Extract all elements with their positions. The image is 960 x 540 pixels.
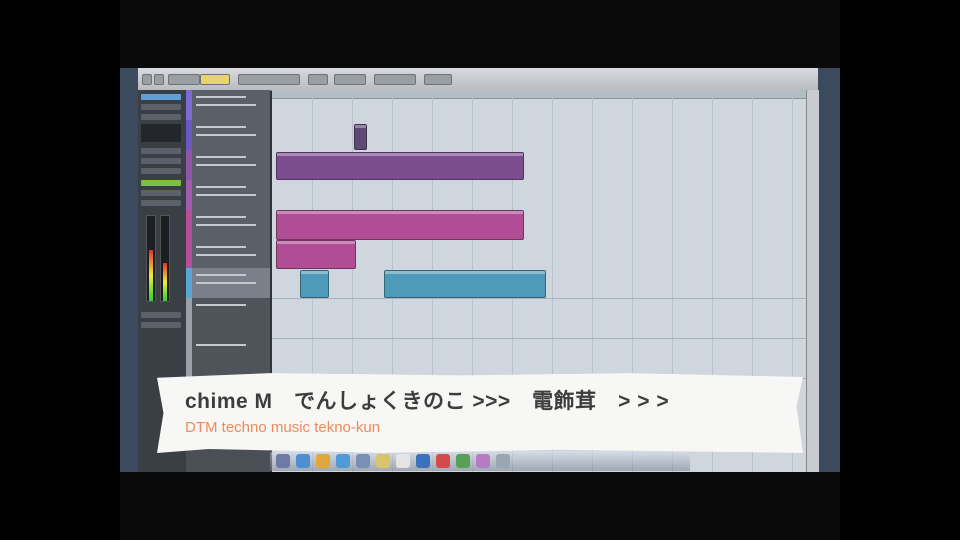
level-meter — [163, 262, 167, 301]
track-color-strip — [186, 180, 192, 210]
track-name — [196, 216, 246, 218]
track-color-strip — [186, 90, 192, 120]
app-icon[interactable] — [476, 454, 490, 468]
tool-palette[interactable] — [238, 74, 300, 85]
app-icon[interactable] — [456, 454, 470, 468]
inspector-row[interactable] — [141, 114, 181, 120]
track-name — [196, 246, 246, 248]
cubase-app-icon[interactable] — [416, 454, 430, 468]
track-color-strip — [186, 268, 192, 298]
audio-event[interactable] — [384, 270, 546, 298]
chrome-icon[interactable] — [316, 454, 330, 468]
track-color-strip — [186, 298, 192, 338]
daw-toolbar — [138, 68, 818, 91]
inspector-enable-toggle[interactable] — [141, 180, 181, 186]
edit-mode-button[interactable] — [168, 74, 200, 85]
track-name — [196, 156, 246, 158]
track-color-strip — [186, 120, 192, 150]
close-window-button[interactable] — [142, 74, 152, 85]
track-color-strip — [186, 150, 192, 180]
transport-controls[interactable] — [424, 74, 452, 85]
track-controls[interactable] — [196, 134, 256, 136]
inspector-row[interactable] — [141, 322, 181, 328]
track-name — [196, 126, 246, 128]
caption-subtitle: DTM techno music tekno-kun — [185, 419, 381, 436]
midi-part[interactable] — [276, 210, 524, 240]
track-header[interactable] — [186, 90, 270, 121]
inspector-display — [141, 124, 181, 142]
track-name — [196, 304, 246, 306]
inspector-track-name[interactable] — [141, 94, 181, 100]
notes-icon[interactable] — [376, 454, 390, 468]
track-controls[interactable] — [196, 164, 256, 166]
audio-event[interactable] — [300, 270, 329, 298]
inspector-row[interactable] — [141, 190, 181, 196]
track-color-strip — [186, 210, 192, 240]
volume-fader[interactable] — [146, 215, 156, 302]
track-header[interactable] — [186, 150, 270, 181]
snap-toggle-button[interactable] — [308, 74, 328, 85]
track-controls[interactable] — [196, 194, 256, 196]
tool-select-button[interactable] — [200, 74, 230, 85]
inspector-row[interactable] — [141, 158, 181, 164]
track-controls[interactable] — [196, 254, 256, 256]
midi-part[interactable] — [276, 240, 356, 269]
track-name — [196, 274, 246, 276]
itunes-icon[interactable] — [336, 454, 350, 468]
track-controls[interactable] — [196, 282, 256, 284]
track-header[interactable] — [186, 338, 270, 379]
track-header[interactable] — [186, 298, 270, 339]
preview-icon[interactable] — [356, 454, 370, 468]
level-meter — [149, 250, 153, 301]
app-icon[interactable] — [436, 454, 450, 468]
track-color-strip — [186, 240, 192, 268]
minimize-window-button[interactable] — [154, 74, 164, 85]
safari-icon[interactable] — [296, 454, 310, 468]
track-header[interactable] — [186, 120, 270, 151]
inspector-row[interactable] — [141, 148, 181, 154]
midi-part[interactable] — [276, 152, 524, 180]
grid-type-select[interactable] — [374, 74, 416, 85]
vertical-scrollbar[interactable] — [806, 90, 819, 472]
track-controls[interactable] — [196, 104, 256, 106]
quantize-select[interactable] — [334, 74, 366, 85]
pan-fader[interactable] — [160, 215, 170, 302]
caption-title: chime M でんしょくきのこ >>> 電飾茸 > > > — [185, 390, 670, 413]
track-header[interactable] — [186, 210, 270, 241]
video-caption-banner: chime M でんしょくきのこ >>> 電飾茸 > > > DTM techn… — [157, 373, 803, 453]
trash-icon[interactable] — [496, 454, 510, 468]
calendar-icon[interactable] — [396, 454, 410, 468]
inspector-row[interactable] — [141, 104, 181, 110]
lane-divider — [272, 298, 806, 299]
track-name — [196, 96, 246, 98]
track-header-selected[interactable] — [186, 268, 270, 299]
track-header[interactable] — [186, 240, 270, 269]
midi-part[interactable] — [354, 124, 367, 150]
track-name — [196, 186, 246, 188]
track-name — [196, 344, 246, 346]
inspector-row[interactable] — [141, 312, 181, 318]
finder-icon[interactable] — [276, 454, 290, 468]
track-controls[interactable] — [196, 224, 256, 226]
mac-dock — [270, 451, 690, 471]
track-color-strip — [186, 338, 192, 378]
inspector-row[interactable] — [141, 200, 181, 206]
inspector-row[interactable] — [141, 168, 181, 174]
track-header[interactable] — [186, 180, 270, 211]
lane-divider — [272, 338, 806, 339]
